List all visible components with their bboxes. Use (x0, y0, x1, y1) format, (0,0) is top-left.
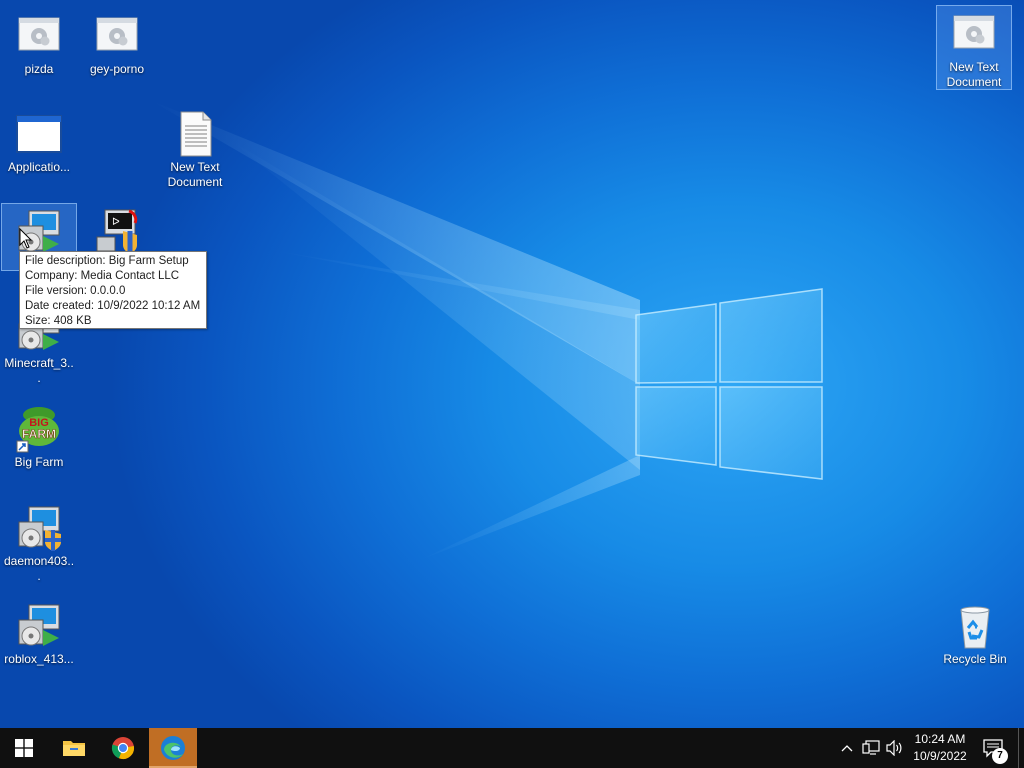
application-window-icon (16, 115, 62, 153)
icon-label: Applicatio... (7, 160, 71, 174)
wallpaper-windows-logo (635, 288, 823, 480)
desktop-icon-new-text-document[interactable]: New Text Document (157, 106, 233, 190)
clock-date: 10/9/2022 (913, 749, 967, 763)
file-info-tooltip: File description: Big Farm Setup Company… (19, 251, 207, 329)
edge-icon (161, 736, 185, 760)
window-gear-icon (96, 17, 138, 51)
desktop[interactable]: pizda gey-porno New Text Document Applic… (0, 0, 1024, 728)
installer-shield-icon (18, 506, 61, 551)
mouse-cursor-icon (19, 228, 33, 249)
icon-label: Big Farm (14, 455, 64, 469)
tooltip-company: Company: Media Contact LLC (25, 270, 180, 282)
desktop-icon-unknown-installer[interactable]: ᐅ (79, 203, 155, 254)
speaker-icon (886, 740, 902, 756)
chevron-up-icon (841, 745, 853, 752)
desktop-icon-pizda[interactable]: pizda (1, 8, 77, 92)
recycle-bin-icon (960, 606, 990, 649)
desktop-icon-application[interactable]: Applicatio... (1, 106, 77, 190)
icon-label: Recycle Bin (943, 652, 1007, 666)
chrome-icon (111, 737, 134, 760)
tooltip-version: File version: 0.0.0.0 (25, 285, 126, 297)
window-gear-icon (953, 15, 995, 49)
file-explorer-button[interactable] (50, 728, 98, 768)
desktop-icon-daemon[interactable]: daemon403... (1, 500, 77, 584)
show-hidden-icons-button[interactable] (838, 728, 856, 768)
folder-icon (63, 741, 85, 756)
wallpaper-light-beams (150, 100, 640, 560)
icon-label: gey-porno (89, 62, 145, 76)
desktop-icon-recycle-bin[interactable]: Recycle Bin (937, 598, 1013, 682)
text-document-icon (180, 111, 212, 157)
desktop-icon-gey-porno[interactable]: gey-porno (79, 8, 155, 92)
notification-center-button[interactable]: 7 (978, 728, 1014, 768)
desktop-icon-new-text-document-top[interactable]: New Text Document (936, 5, 1012, 90)
network-icon (862, 740, 880, 755)
icon-label: pizda (24, 62, 54, 76)
desktop-icon-big-farm[interactable]: BIG FARM Big Farm (1, 401, 77, 485)
start-button[interactable] (0, 728, 48, 768)
icon-label: New Text Document (167, 160, 223, 189)
installer-icon (18, 604, 60, 646)
svg-text:ᐅ: ᐅ (112, 218, 120, 229)
windows-logo-icon (15, 739, 33, 757)
desktop-icon-roblox[interactable]: roblox_413... (1, 598, 77, 682)
icon-label: Minecraft_3... (4, 356, 74, 385)
terminal-shield-icon: ᐅ (96, 209, 138, 254)
tooltip-size: Size: 408 KB (25, 315, 92, 327)
show-desktop-button[interactable] (1018, 728, 1024, 768)
clock-time: 10:24 AM (914, 732, 966, 746)
volume-button[interactable] (884, 728, 906, 768)
clock[interactable]: 10:24 AM 10/9/2022 (906, 731, 974, 765)
tooltip-description: File description: Big Farm Setup (25, 255, 189, 267)
icon-label: daemon403... (3, 554, 75, 583)
window-gear-icon (18, 17, 60, 51)
big-farm-icon: BIG FARM (16, 407, 59, 453)
icon-label: New Text Document (946, 60, 1002, 89)
chrome-button[interactable] (99, 728, 147, 768)
notification-count: 7 (997, 750, 1003, 761)
taskbar: 10:24 AM 10/9/2022 7 (0, 728, 1024, 768)
tooltip-created: Date created: 10/9/2022 10:12 AM (25, 300, 201, 312)
notification-count-badge: 7 (992, 748, 1008, 764)
network-button[interactable] (860, 728, 882, 768)
edge-button[interactable] (149, 728, 197, 768)
icon-label: roblox_413... (4, 652, 74, 666)
svg-text:FARM: FARM (22, 427, 56, 441)
